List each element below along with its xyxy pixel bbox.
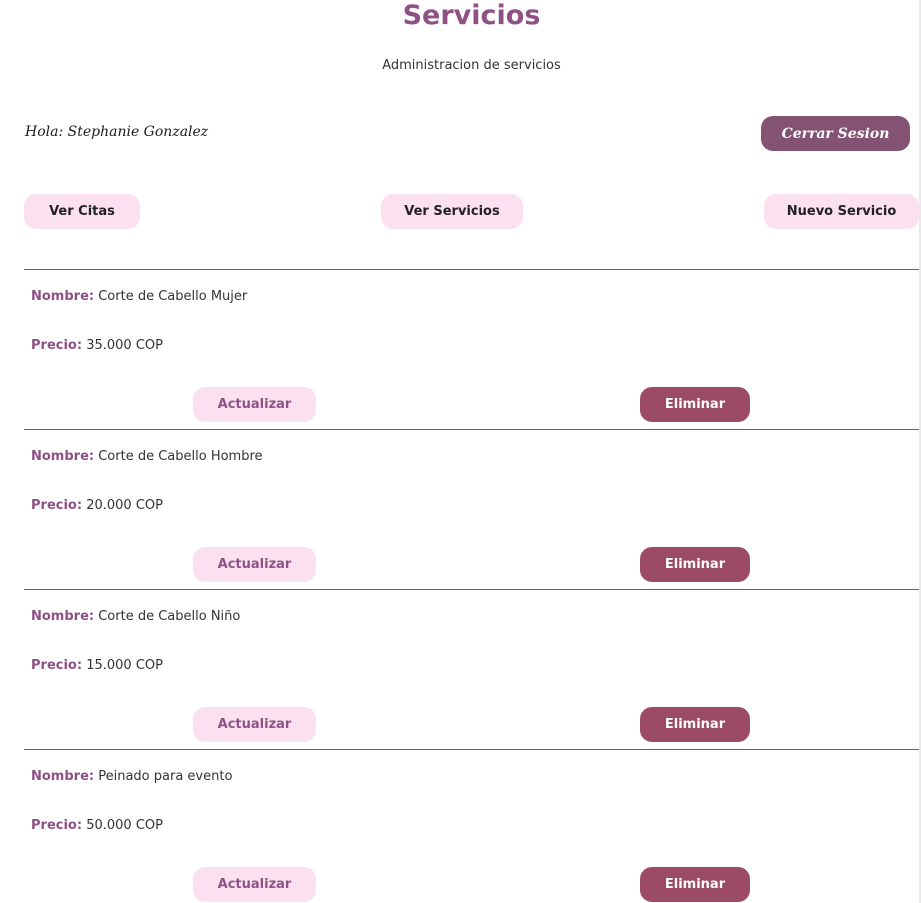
service-item: Nombre: Corte de Cabello Mujer Precio: 3… [24, 269, 919, 429]
new-service-button[interactable]: Nuevo Servicio [764, 194, 919, 229]
service-name: Corte de Cabello Hombre [98, 449, 263, 464]
update-service-button[interactable]: Actualizar [193, 547, 316, 582]
service-price-row: Precio: 50.000 COP [31, 817, 163, 835]
user-greeting: Hola: Stephanie Gonzalez [25, 124, 209, 140]
page-title: Servicios [402, 0, 541, 31]
service-name-row: Nombre: Peinado para evento [31, 768, 232, 786]
service-name: Corte de Cabello Mujer [98, 289, 248, 304]
service-item: Nombre: Corte de Cabello Niño Precio: 15… [24, 589, 919, 749]
delete-service-button[interactable]: Eliminar [640, 387, 750, 422]
name-label: Nombre: [31, 609, 95, 624]
service-name: Corte de Cabello Niño [98, 609, 241, 624]
name-label: Nombre: [31, 289, 95, 304]
delete-service-button[interactable]: Eliminar [640, 867, 750, 902]
delete-service-button[interactable]: Eliminar [640, 707, 750, 742]
service-price-row: Precio: 20.000 COP [31, 497, 163, 515]
page-subtitle: Administracion de servicios [382, 58, 561, 73]
price-label: Precio: [31, 498, 83, 513]
service-list: Nombre: Corte de Cabello Mujer Precio: 3… [24, 269, 919, 903]
logout-button[interactable]: Cerrar Sesion [761, 116, 910, 151]
service-name: Peinado para evento [98, 769, 233, 784]
delete-service-button[interactable]: Eliminar [640, 547, 750, 582]
service-price: 15.000 COP [86, 658, 163, 673]
view-appointments-button[interactable]: Ver Citas [24, 194, 140, 229]
name-label: Nombre: [31, 449, 95, 464]
update-service-button[interactable]: Actualizar [193, 867, 316, 902]
service-name-row: Nombre: Corte de Cabello Mujer [31, 288, 247, 306]
service-name-row: Nombre: Corte de Cabello Hombre [31, 448, 263, 466]
service-price-row: Precio: 35.000 COP [31, 337, 163, 355]
service-item: Nombre: Corte de Cabello Hombre Precio: … [24, 429, 919, 589]
update-service-button[interactable]: Actualizar [193, 707, 316, 742]
service-price: 35.000 COP [86, 338, 163, 353]
name-label: Nombre: [31, 769, 95, 784]
service-price: 20.000 COP [86, 498, 163, 513]
update-service-button[interactable]: Actualizar [193, 387, 316, 422]
service-name-row: Nombre: Corte de Cabello Niño [31, 608, 240, 626]
service-price-row: Precio: 15.000 COP [31, 657, 163, 675]
service-item: Nombre: Peinado para evento Precio: 50.0… [24, 749, 919, 903]
service-price: 50.000 COP [86, 818, 163, 833]
view-services-button[interactable]: Ver Servicios [381, 194, 523, 229]
price-label: Precio: [31, 818, 83, 833]
price-label: Precio: [31, 338, 83, 353]
price-label: Precio: [31, 658, 83, 673]
